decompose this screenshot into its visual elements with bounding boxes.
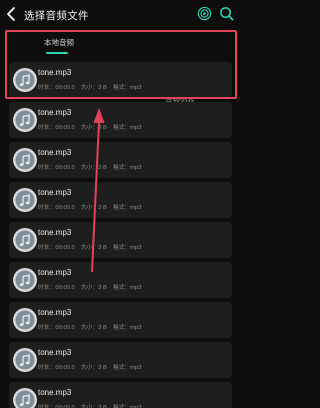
file-name: tone.mp3 [38,228,72,237]
page-title: 选择音频文件 [24,10,89,22]
file-name: tone.mp3 [38,268,72,277]
music-disc-icon [12,147,38,173]
list-item[interactable]: tone.mp3 时长：00:00.0 大小：3 B 格式：mp3 [9,142,232,178]
music-disc-icon [12,307,38,333]
list-item[interactable]: tone.mp3 时长：00:00.0 大小：3 B 格式：mp3 [9,222,232,258]
search-icon[interactable] [219,6,234,21]
file-size: 大小：3 B [80,285,107,291]
music-disc-icon [12,187,38,213]
file-format: 格式：mp3 [112,325,142,331]
file-size: 大小：3 B [80,85,107,91]
file-name: tone.mp3 [38,388,72,397]
file-format: 格式：mp3 [112,205,142,211]
file-meta: 时长：00:00.0 大小：3 B 格式：mp3 [38,162,148,171]
tab-bar: 本地音频 音频列表 [0,32,240,104]
file-meta: 时长：00:00.0 大小：3 B 格式：mp3 [38,122,148,131]
list-item[interactable]: tone.mp3 时长：00:00.0 大小：3 B 格式：mp3 [9,182,232,218]
list-item[interactable]: tone.mp3 时长：00:00.0 大小：3 B 格式：mp3 [9,302,232,338]
file-duration: 时长：00:00.0 [38,85,75,91]
file-meta: 时长：00:00.0 大小：3 B 格式：mp3 [38,322,148,331]
list-item[interactable]: tone.mp3 时长：00:00.0 大小：3 B 格式：mp3 [9,382,232,408]
file-duration: 时长：00:00.0 [38,125,75,131]
file-name: tone.mp3 [38,68,72,77]
file-name: tone.mp3 [38,108,72,117]
active-tab-indicator [46,52,68,54]
file-format: 格式：mp3 [112,245,142,251]
file-size: 大小：3 B [80,365,107,371]
list-item[interactable]: tone.mp3 时长：00:00.0 大小：3 B 格式：mp3 [9,342,232,378]
file-format: 格式：mp3 [112,85,142,91]
music-disc-icon [12,227,38,253]
music-disc-icon [12,67,38,93]
file-duration: 时长：00:00.0 [38,285,75,291]
file-format: 格式：mp3 [112,365,142,371]
file-meta: 时长：00:00.0 大小：3 B 格式：mp3 [38,82,148,91]
music-disc-icon [12,107,38,133]
file-meta: 时长：00:00.0 大小：3 B 格式：mp3 [38,282,148,291]
file-name: tone.mp3 [38,148,72,157]
list-item[interactable]: tone.mp3 时长：00:00.0 大小：3 B 格式：mp3 [9,262,232,298]
file-format: 格式：mp3 [112,125,142,131]
file-name: tone.mp3 [38,348,72,357]
music-disc-icon [12,387,38,408]
file-size: 大小：3 B [80,165,107,171]
list-item[interactable]: tone.mp3 时长：00:00.0 大小：3 B 格式：mp3 [9,62,232,98]
back-arrow-icon[interactable] [5,6,19,22]
file-duration: 时长：00:00.0 [38,325,75,331]
music-disc-icon [12,267,38,293]
file-format: 格式：mp3 [112,165,142,171]
file-name: tone.mp3 [38,188,72,197]
tab-local-audio[interactable]: 本地音频 [44,37,74,48]
file-duration: 时长：00:00.0 [38,165,75,171]
file-duration: 时长：00:00.0 [38,205,75,211]
file-size: 大小：3 B [80,125,107,131]
file-size: 大小：3 B [80,325,107,331]
file-duration: 时长：00:00.0 [38,245,75,251]
file-name: tone.mp3 [38,308,72,317]
file-meta: 时长：00:00.0 大小：3 B 格式：mp3 [38,242,148,251]
file-duration: 时长：00:00.0 [38,365,75,371]
music-disc-icon [12,347,38,373]
file-size: 大小：3 B [80,205,107,211]
list-item[interactable]: tone.mp3 时长：00:00.0 大小：3 B 格式：mp3 [9,102,232,138]
header-bar: 选择音频文件 [0,0,240,28]
file-meta: 时长：00:00.0 大小：3 B 格式：mp3 [38,362,148,371]
file-meta: 时长：00:00.0 大小：3 B 格式：mp3 [38,402,148,408]
target-icon[interactable] [197,6,212,21]
file-size: 大小：3 B [80,245,107,251]
file-format: 格式：mp3 [112,285,142,291]
file-meta: 时长：00:00.0 大小：3 B 格式：mp3 [38,202,148,211]
